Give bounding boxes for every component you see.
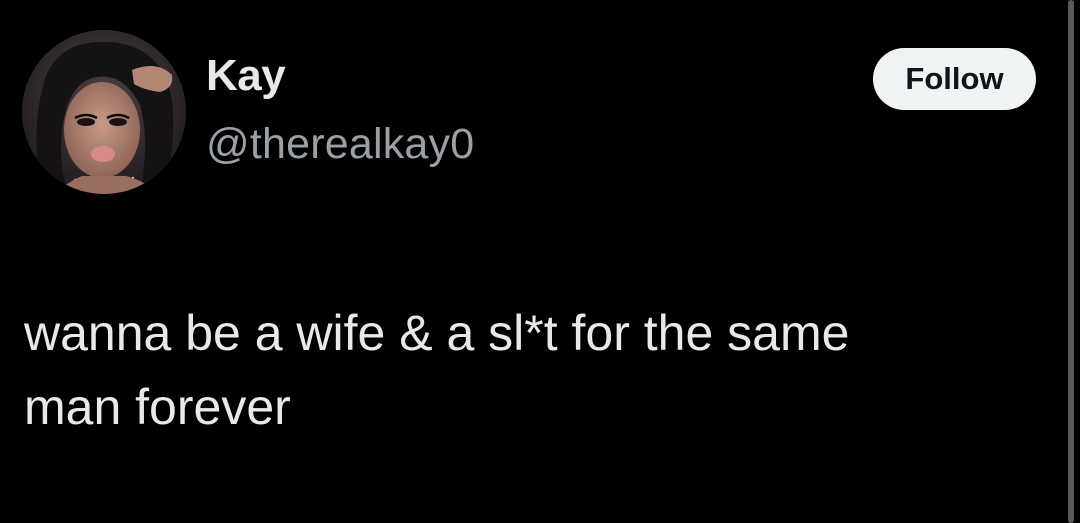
follow-button[interactable]: Follow	[873, 48, 1036, 110]
display-name[interactable]: Kay	[206, 51, 286, 100]
scrollbar[interactable]	[1068, 0, 1074, 523]
avatar[interactable]	[22, 30, 186, 194]
tweet-text: wanna be a wife & a sl*t for the same ma…	[24, 305, 850, 435]
profile-photo-icon	[22, 30, 186, 194]
user-handle[interactable]: @therealkay0	[206, 120, 474, 168]
tweet-card: Kay @therealkay0 Follow wanna be a wife …	[0, 0, 1068, 523]
